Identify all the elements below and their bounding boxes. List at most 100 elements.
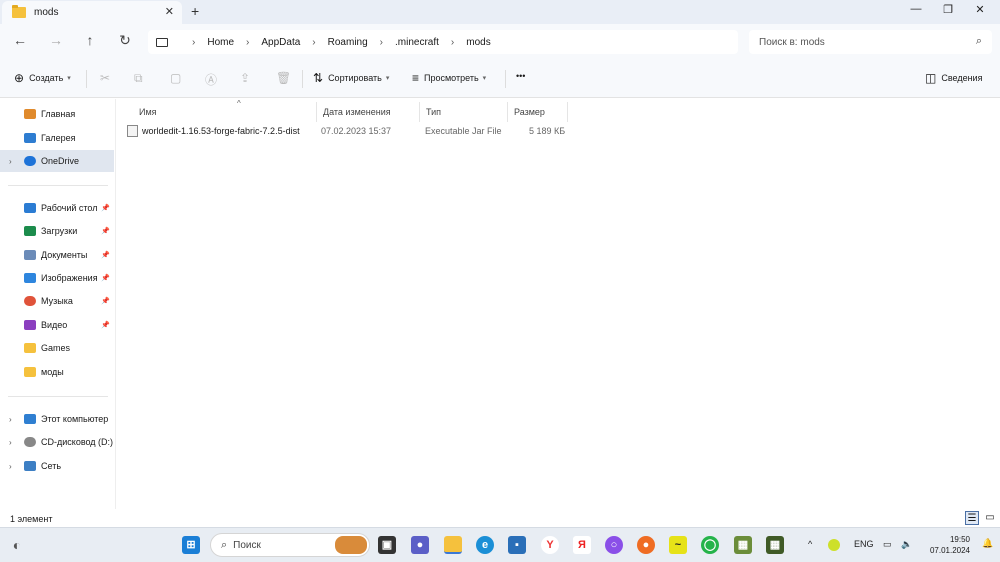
app-icon[interactable]: ~ <box>669 536 687 554</box>
sidebar-item-documents[interactable]: Документы 📌 <box>0 244 114 266</box>
chevron-right-icon[interactable]: › <box>451 37 454 48</box>
create-button[interactable]: ⊕ Создать ▾ <box>14 71 71 85</box>
edge-icon[interactable]: e <box>476 536 494 554</box>
address-bar[interactable]: › Home › AppData › Roaming › .minecraft … <box>148 30 738 54</box>
column-header-size[interactable]: Размер <box>508 102 568 122</box>
alice-icon[interactable]: ○ <box>605 536 623 554</box>
sidebar-item-network[interactable]: › Сеть <box>0 455 114 477</box>
volume-icon[interactable]: 🔈 <box>901 539 912 550</box>
sidebar-item-downloads[interactable]: Загрузки 📌 <box>0 220 114 242</box>
firefox-icon[interactable]: ● <box>637 536 655 554</box>
chevron-right-icon[interactable]: › <box>192 37 195 48</box>
minimize-button[interactable]: — <box>906 3 926 15</box>
forward-arrow-icon[interactable]: → <box>46 32 66 48</box>
close-tab-button[interactable]: ✕ <box>165 5 174 18</box>
tray-app-icon[interactable] <box>828 539 840 551</box>
chevron-right-icon[interactable]: › <box>380 37 383 48</box>
sort-icon: ⇅ <box>313 71 324 85</box>
rename-button[interactable]: Ⓐ <box>205 71 222 88</box>
sidebar-item-mody[interactable]: моды <box>0 361 114 383</box>
column-header-name[interactable]: ^ Имя <box>133 99 317 122</box>
sort-button[interactable]: ⇅ Сортировать ▾ <box>313 71 389 85</box>
sidebar-item-gallery[interactable]: Галерея <box>0 127 114 149</box>
search-input[interactable]: Поиск в: mods ⌕ <box>749 30 992 54</box>
up-arrow-icon[interactable]: ↑ <box>80 32 100 48</box>
table-row[interactable]: worldedit-1.16.53-forge-fabric-7.2.5-dis… <box>127 121 687 141</box>
copy-button[interactable]: ⧉ <box>134 71 148 86</box>
file-explorer-icon[interactable] <box>444 536 462 554</box>
sidebar-item-home[interactable]: Главная <box>0 103 114 125</box>
pin-icon[interactable]: 📌 <box>101 251 110 259</box>
breadcrumb-roaming[interactable]: Roaming <box>328 37 368 48</box>
widgets-icon[interactable]: ◐ <box>8 536 26 554</box>
sidebar-item-label: Изображения <box>41 273 98 283</box>
start-icon[interactable]: ⊞ <box>182 536 200 554</box>
view-button[interactable]: ≡ Просмотреть ▾ <box>412 71 486 85</box>
breadcrumb-appdata[interactable]: AppData <box>261 37 300 48</box>
command-bar: ⊕ Создать ▾ ✂ ⧉ ▢ Ⓐ ⇪ 🗑 ⇅ Сортировать ▾ … <box>0 60 1000 98</box>
language-indicator[interactable]: ENG <box>854 539 874 549</box>
sidebar-item-pictures[interactable]: Изображения 📌 <box>0 267 114 289</box>
minecraft-launcher-icon[interactable]: ▦ <box>734 536 752 554</box>
column-header-type[interactable]: Тип <box>420 102 508 122</box>
column-header-date[interactable]: Дата изменения <box>317 102 420 122</box>
sidebar-item-label: Рабочий стол <box>41 203 98 213</box>
notification-bell-icon[interactable]: 🔔 <box>982 538 993 549</box>
store-icon[interactable]: ▪ <box>508 536 526 554</box>
pin-icon[interactable]: 📌 <box>101 321 110 329</box>
view-lines-icon: ≡ <box>412 71 420 85</box>
sidebar-item-games[interactable]: Games <box>0 337 114 359</box>
close-window-button[interactable]: ✕ <box>970 3 990 16</box>
delete-button[interactable]: 🗑 <box>276 71 296 85</box>
share-button[interactable]: ⇪ <box>240 71 255 85</box>
cd-drive-icon <box>24 437 36 447</box>
chat-icon[interactable]: ● <box>411 536 429 554</box>
details-view-icon[interactable]: ☰ <box>965 511 979 525</box>
chevron-right-icon[interactable]: › <box>246 37 249 48</box>
paste-button[interactable]: ▢ <box>170 71 186 85</box>
back-arrow-icon[interactable]: ← <box>10 32 30 48</box>
refresh-icon[interactable]: ↻ <box>115 32 135 49</box>
chevron-right-icon[interactable]: › <box>9 157 12 166</box>
yandex-browser-icon[interactable]: Y <box>541 536 559 554</box>
file-name: worldedit-1.16.53-forge-fabric-7.2.5-dis… <box>142 126 300 136</box>
chevron-right-icon[interactable]: › <box>9 438 12 447</box>
maximize-button[interactable]: ❐ <box>938 3 958 16</box>
pin-icon[interactable]: 📌 <box>101 297 110 305</box>
details-button[interactable]: ◫ Сведения <box>925 71 982 85</box>
sidebar-item-desktop[interactable]: Рабочий стол 📌 <box>0 197 114 219</box>
trash-icon: 🗑 <box>276 71 292 85</box>
file-date: 07.02.2023 15:37 <box>321 126 392 136</box>
sidebar-item-cd-drive[interactable]: › CD-дисковод (D:) 2 <box>0 431 114 453</box>
more-options-button[interactable]: ••• <box>516 71 525 81</box>
sidebar-item-this-pc[interactable]: › Этот компьютер <box>0 408 114 430</box>
breadcrumb-minecraft[interactable]: .minecraft <box>395 37 439 48</box>
tiles-view-icon[interactable]: ▭ <box>983 511 997 525</box>
breadcrumb-mods[interactable]: mods <box>466 37 490 48</box>
pin-icon[interactable]: 📌 <box>101 274 110 282</box>
chevron-right-icon[interactable]: › <box>9 462 12 471</box>
breadcrumb-home[interactable]: Home <box>207 37 234 48</box>
network-icon[interactable]: ▭ <box>883 539 892 550</box>
chevron-right-icon[interactable]: › <box>9 415 12 424</box>
task-view-icon[interactable]: ▣ <box>378 536 396 554</box>
download-icon <box>24 226 36 236</box>
pin-icon[interactable]: 📌 <box>101 204 110 212</box>
search-highlight-icon[interactable] <box>335 536 367 554</box>
whatsapp-icon[interactable]: ◯ <box>701 536 719 554</box>
sidebar-item-onedrive[interactable]: › OneDrive <box>0 150 114 172</box>
tab-mods[interactable]: mods ✕ <box>2 1 182 24</box>
cut-button[interactable]: ✂ <box>100 71 115 85</box>
pin-icon[interactable]: 📌 <box>101 227 110 235</box>
chevron-up-icon[interactable]: ^ <box>808 539 812 549</box>
chevron-right-icon[interactable]: › <box>312 37 315 48</box>
details-label: Сведения <box>941 73 983 83</box>
minecraft-icon[interactable]: ▦ <box>766 536 784 554</box>
search-icon[interactable]: ⌕ <box>976 35 982 48</box>
new-tab-button[interactable]: + <box>191 3 199 19</box>
sidebar-item-music[interactable]: Музыка 📌 <box>0 290 114 312</box>
clock[interactable]: 19:50 07.01.2024 <box>926 534 970 556</box>
title-bar: mods ✕ + — ❐ ✕ <box>0 0 1000 24</box>
sidebar-item-video[interactable]: Видео 📌 <box>0 314 114 336</box>
yandex-icon[interactable]: Я <box>573 536 591 554</box>
